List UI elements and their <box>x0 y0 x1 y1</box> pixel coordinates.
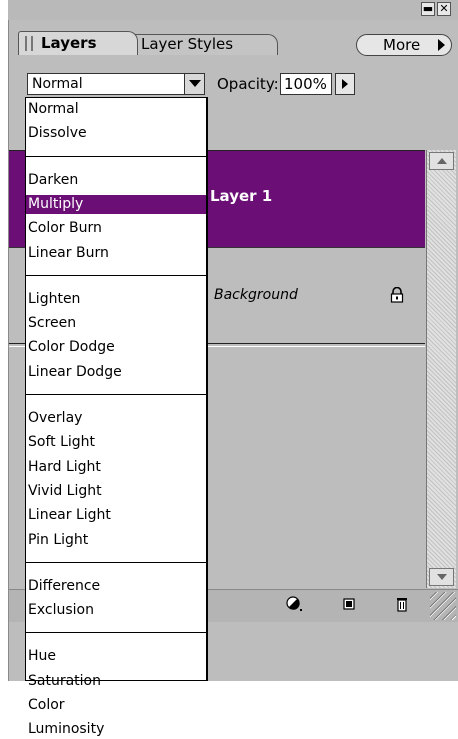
blend-mode-option-overlay[interactable]: Overlay <box>26 409 206 428</box>
menu-separator <box>26 561 206 563</box>
minimize-icon[interactable]: ▬ <box>421 2 435 16</box>
blend-mode-option-difference[interactable]: Difference <box>26 577 206 596</box>
scroll-up-button[interactable] <box>429 152 454 170</box>
blend-mode-option-normal[interactable]: Normal <box>26 100 206 119</box>
opacity-label: Opacity: <box>217 75 279 93</box>
tab-grip-icon <box>25 36 33 51</box>
blend-mode-option-multiply[interactable]: Multiply <box>26 194 206 214</box>
chevron-down-icon <box>437 574 447 580</box>
more-button-label: More <box>383 36 421 54</box>
blend-mode-select[interactable]: Normal <box>27 73 205 95</box>
blend-mode-option-linear-burn[interactable]: Linear Burn <box>26 244 206 263</box>
blend-mode-option-linear-dodge[interactable]: Linear Dodge <box>26 363 206 382</box>
blend-mode-option-luminosity[interactable]: Luminosity <box>26 720 206 739</box>
blend-mode-option-soft-light[interactable]: Soft Light <box>26 433 206 452</box>
menu-separator <box>26 632 206 634</box>
blend-mode-option-saturation[interactable]: Saturation <box>26 672 206 691</box>
blend-mode-option-hard-light[interactable]: Hard Light <box>26 458 206 477</box>
blend-mode-option-vivid-light[interactable]: Vivid Light <box>26 482 206 501</box>
tab-layer-styles[interactable]: Layer Styles <box>118 34 278 55</box>
blend-mode-option-color-burn[interactable]: Color Burn <box>26 219 206 238</box>
tab-label: Layer Styles <box>141 35 234 53</box>
menu-separator <box>26 274 206 276</box>
menu-separator <box>26 394 206 395</box>
blend-mode-option-linear-light[interactable]: Linear Light <box>26 506 206 525</box>
opacity-field[interactable]: 100% <box>280 73 332 95</box>
chevron-up-icon <box>437 158 447 164</box>
blend-mode-option-color[interactable]: Color <box>26 696 206 715</box>
blend-mode-option-dissolve[interactable]: Dissolve <box>26 124 206 143</box>
panel-title-bar: ▬ ✕ <box>8 0 458 20</box>
blend-mode-value: Normal <box>32 76 83 92</box>
layers-scrollbar[interactable] <box>426 150 456 588</box>
new-layer-icon[interactable] <box>341 596 357 612</box>
scroll-down-button[interactable] <box>429 568 454 586</box>
chevron-down-icon <box>189 80 201 87</box>
menu-separator <box>26 155 206 157</box>
layer-name: Background <box>214 287 298 303</box>
resize-grip[interactable] <box>430 592 456 620</box>
blend-mode-option-hue[interactable]: Hue <box>26 647 206 666</box>
trash-icon[interactable] <box>394 596 410 612</box>
arrow-right-icon <box>342 79 348 89</box>
opacity-slider-button[interactable] <box>335 73 355 95</box>
blend-mode-option-pin-light[interactable]: Pin Light <box>26 531 206 550</box>
lock-icon <box>390 287 404 303</box>
blend-mode-option-color-dodge[interactable]: Color Dodge <box>26 338 206 357</box>
blend-mode-option-exclusion[interactable]: Exclusion <box>26 601 206 620</box>
close-icon[interactable]: ✕ <box>437 2 451 16</box>
adjustment-layer-icon[interactable] <box>286 596 302 612</box>
tab-layers[interactable]: Layers <box>18 31 138 55</box>
blend-mode-option-darken[interactable]: Darken <box>26 171 206 190</box>
tab-label: Layers <box>41 34 97 52</box>
blend-mode-option-lighten[interactable]: Lighten <box>26 290 206 309</box>
more-button[interactable]: More <box>356 34 452 56</box>
blend-mode-option-screen[interactable]: Screen <box>26 314 206 333</box>
arrow-right-icon <box>438 39 445 51</box>
layer-name: Layer 1 <box>210 187 273 205</box>
dropdown-button[interactable] <box>184 74 204 94</box>
